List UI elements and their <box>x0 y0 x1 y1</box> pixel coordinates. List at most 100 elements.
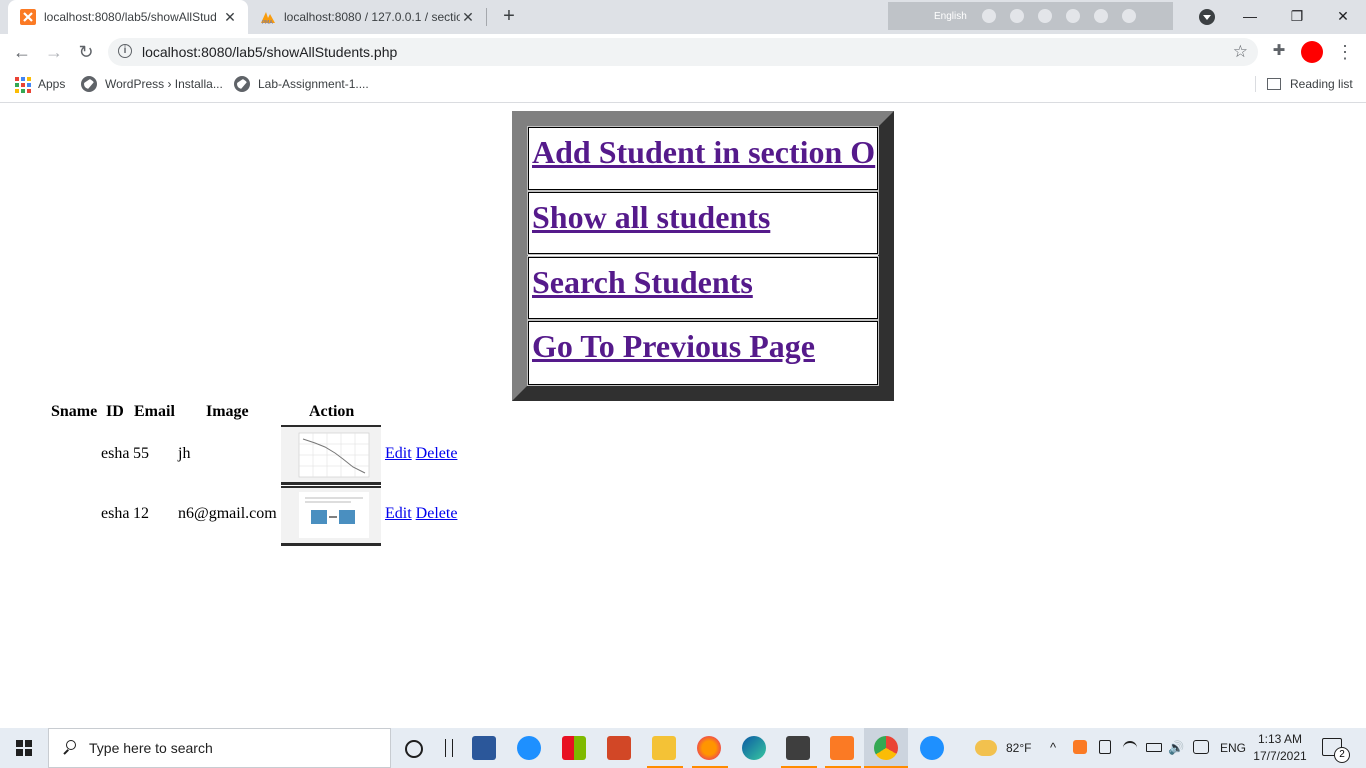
globe-icon <box>81 76 97 92</box>
xampp-tray-icon[interactable] <box>1073 740 1087 754</box>
bookmark-label: Lab-Assignment-1.... <box>258 77 369 91</box>
tab-title: localhost:8080/lab5/showAllStud <box>44 10 217 24</box>
minimize-icon[interactable]: — <box>1238 6 1262 26</box>
bookmark-wordpress[interactable]: WordPress › Installa... <box>81 70 223 98</box>
column-header-image: Image <box>206 403 249 420</box>
restore-icon[interactable]: ❐ <box>1285 6 1309 26</box>
search-students-link[interactable]: Search Students <box>532 264 753 301</box>
apps-grid-icon <box>14 76 31 93</box>
ime-mode-icon[interactable] <box>981 9 996 23</box>
menu-cell-show-all: Show all students <box>527 191 879 255</box>
notification-center-icon[interactable]: 2 <box>1322 738 1350 763</box>
reading-list-label: Reading list <box>1290 77 1353 91</box>
taskbar-clock[interactable]: 1:13 AM 17/7/2021 <box>1250 731 1310 765</box>
cell-id: 12 <box>133 505 149 522</box>
bookmark-star-icon[interactable]: ☆ <box>1233 42 1248 62</box>
site-info-icon[interactable]: i <box>118 44 132 58</box>
page-content: Add Student in section O Show all studen… <box>0 103 1366 728</box>
ime-language-label[interactable]: English <box>934 11 967 22</box>
reload-icon[interactable]: ↻ <box>74 40 98 64</box>
file-explorer-icon[interactable] <box>652 736 676 760</box>
profile-avatar[interactable] <box>1301 41 1323 63</box>
ime-tray-icon[interactable] <box>1193 740 1209 754</box>
start-button[interactable] <box>0 728 48 768</box>
bookmarks-separator <box>1255 76 1256 92</box>
chrome-menu-icon[interactable]: ⋮ <box>1336 41 1354 63</box>
ime-tool-icon[interactable] <box>1009 9 1024 23</box>
ime-info-icon[interactable] <box>1121 9 1136 23</box>
input-language[interactable]: ENG <box>1220 728 1246 768</box>
show-all-students-link[interactable]: Show all students <box>532 199 770 236</box>
sublime-text-icon[interactable] <box>786 736 810 760</box>
browser-toolbar: ← → ↻ i localhost:8080/lab5/showAllStude… <box>0 34 1366 70</box>
student-image <box>281 425 381 485</box>
delete-link[interactable]: Delete <box>416 505 458 522</box>
tab-search-icon[interactable] <box>1199 9 1215 25</box>
phpmyadmin-icon: PMA <box>261 12 275 25</box>
column-header-action: Action <box>309 403 355 420</box>
address-bar[interactable]: i localhost:8080/lab5/showAllStudents.ph… <box>108 38 1258 66</box>
column-header-id: ID <box>106 403 124 420</box>
ime-help-icon[interactable] <box>1093 9 1108 23</box>
cortana-icon[interactable] <box>405 740 423 758</box>
svg-text:PMA: PMA <box>262 20 273 25</box>
windows-logo-icon <box>16 740 32 756</box>
menu-cell-previous-page: Go To Previous Page <box>527 320 879 386</box>
cell-email: n6@gmail.com <box>178 505 277 522</box>
student-image <box>281 486 381 546</box>
tab-phpmyadmin[interactable]: PMA localhost:8080 / 127.0.0.1 / sectio … <box>250 0 486 34</box>
close-tab-icon[interactable]: ✕ <box>460 9 476 25</box>
extensions-puzzle-icon[interactable]: ✚ <box>1270 42 1288 60</box>
cell-sname: esha <box>101 505 130 522</box>
battery-icon[interactable] <box>1146 743 1162 752</box>
weather-temperature[interactable]: 82°F <box>1006 728 1031 768</box>
ime-edit-icon[interactable] <box>1065 9 1080 23</box>
forward-icon[interactable]: → <box>42 40 66 64</box>
action-links: Edit Delete <box>385 445 457 463</box>
menu-cell-search: Search Students <box>527 256 879 320</box>
go-to-previous-page-link[interactable]: Go To Previous Page <box>532 328 815 365</box>
search-icon <box>63 740 79 756</box>
tab-strip: localhost:8080/lab5/showAllStud ✕ PMA lo… <box>0 0 1366 34</box>
bookmark-apps[interactable]: Apps <box>14 70 65 98</box>
edit-link[interactable]: Edit <box>385 445 412 462</box>
ime-settings-icon[interactable] <box>1037 9 1052 23</box>
cell-id: 55 <box>133 445 149 462</box>
add-student-link[interactable]: Add Student in section O <box>532 134 875 171</box>
bookmark-label: WordPress › Installa... <box>105 77 223 91</box>
ime-language-bar[interactable]: English <box>888 2 1173 30</box>
help-icon[interactable] <box>920 736 944 760</box>
diagram-thumbnail-icon <box>299 492 369 538</box>
edit-link[interactable]: Edit <box>385 505 412 522</box>
delete-link[interactable]: Delete <box>416 445 458 462</box>
office-apps-icon[interactable] <box>562 736 586 760</box>
reading-list-icon <box>1267 78 1281 90</box>
back-icon[interactable]: ← <box>10 40 34 64</box>
wifi-icon[interactable] <box>1123 741 1137 755</box>
xampp-taskbar-icon[interactable] <box>830 736 854 760</box>
powerpoint-icon[interactable] <box>607 736 631 760</box>
close-window-icon[interactable]: ✕ <box>1331 6 1355 26</box>
task-view-icon[interactable] <box>445 739 453 757</box>
firefox-icon[interactable] <box>697 736 721 760</box>
word-icon[interactable] <box>472 736 496 760</box>
weather-icon[interactable] <box>975 740 997 756</box>
menu-cell-add-student: Add Student in section O <box>527 126 879 191</box>
clock-date: 17/7/2021 <box>1253 749 1307 763</box>
tab-show-all-students[interactable]: localhost:8080/lab5/showAllStud ✕ <box>8 0 248 34</box>
clock-time: 1:13 AM <box>1257 732 1303 746</box>
close-tab-icon[interactable]: ✕ <box>222 9 238 25</box>
url-text[interactable]: localhost:8080/lab5/showAllStudents.php <box>142 38 397 66</box>
show-hidden-icons-chevron-icon[interactable]: ^ <box>1050 728 1056 768</box>
new-tab-button[interactable]: + <box>498 5 520 27</box>
meet-now-icon[interactable] <box>1099 740 1111 754</box>
settings-sync-icon[interactable] <box>517 736 541 760</box>
chart-thumbnail-icon <box>298 432 370 478</box>
edge-icon[interactable] <box>742 736 766 760</box>
bookmark-lab-assignment[interactable]: Lab-Assignment-1.... <box>234 70 369 98</box>
volume-icon[interactable]: 🔊 <box>1168 728 1184 768</box>
xampp-icon <box>20 9 36 25</box>
taskbar-search-box[interactable]: Type here to search <box>48 728 391 768</box>
chrome-icon[interactable] <box>874 736 898 760</box>
reading-list-button[interactable]: Reading list <box>1267 70 1353 98</box>
